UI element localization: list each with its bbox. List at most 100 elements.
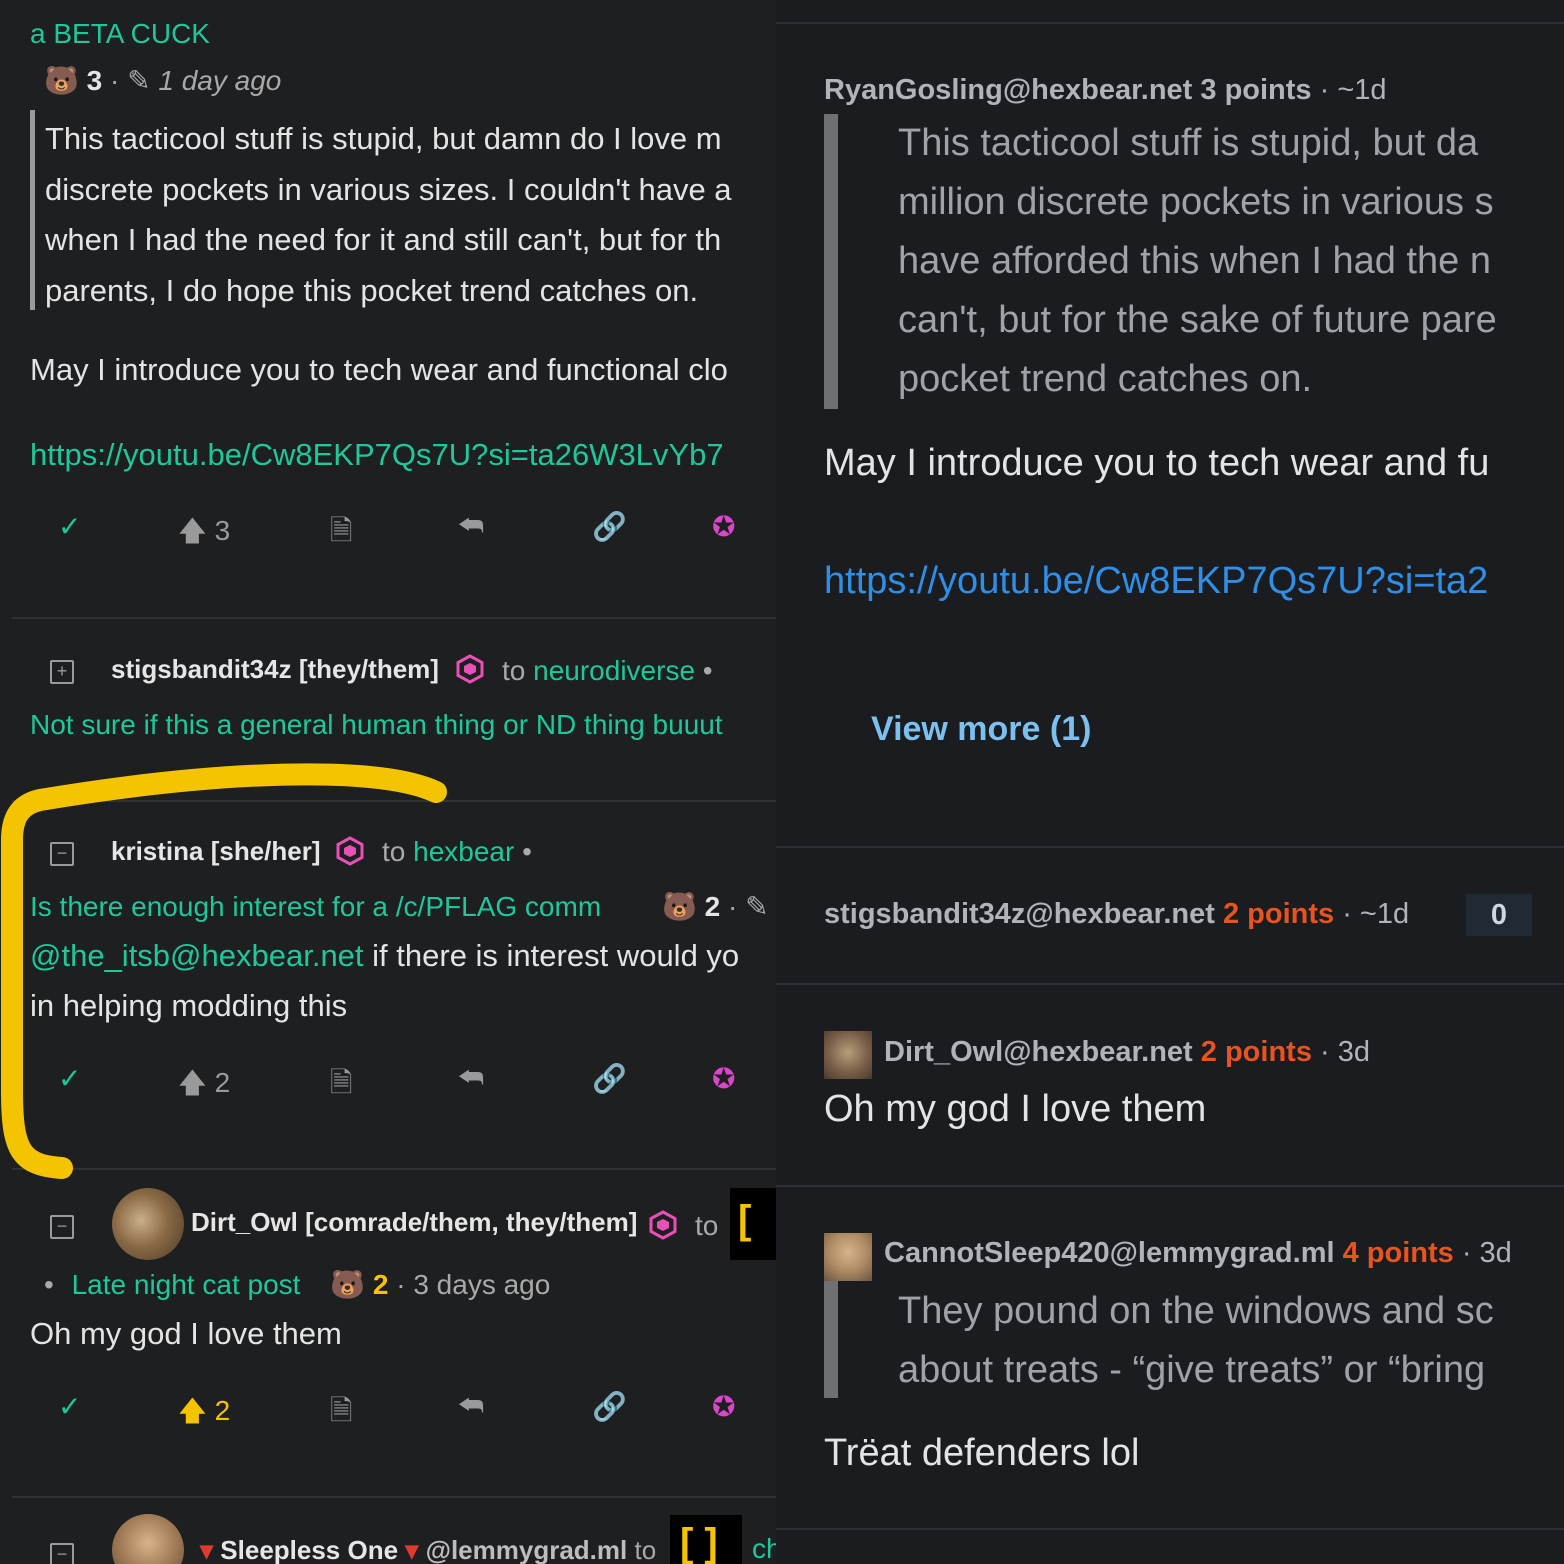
link-icon[interactable]: 🔗 (592, 1062, 627, 1095)
avatar[interactable] (824, 1031, 872, 1079)
divider (12, 1496, 776, 1498)
divider (776, 1528, 1564, 1530)
blockquote: They pound on the windows and sc about t… (898, 1282, 1494, 1400)
quote-line: This tacticool stuff is stupid, but da (898, 122, 1479, 164)
comment-author[interactable]: Sleepless One (220, 1535, 398, 1564)
comment-author[interactable]: stigsbandit34z@hexbear.net (824, 898, 1215, 930)
comment-link[interactable]: https://youtu.be/Cw8EKP7Qs7U?si=ta26W3Lv… (30, 437, 724, 473)
upvote-count: 3 (214, 515, 231, 546)
bear-icon: 🐻 (330, 1269, 366, 1300)
arrow-up-icon: 🡅 (178, 515, 207, 546)
community-link[interactable]: neurodiverse (533, 655, 695, 686)
comment-points: 2 points (1200, 1036, 1312, 1068)
quote-line: have afforded this when I had the n (898, 240, 1491, 282)
comment-score: 3 (86, 65, 103, 96)
quote-line: about treats - “give treats” or “bring (898, 1349, 1486, 1391)
comment-author[interactable]: CannotSleep420@lemmygrad.ml (884, 1237, 1335, 1269)
comment-body: May I introduce you to tech wear and fu (824, 442, 1490, 484)
comment-age: 3 days ago (413, 1269, 551, 1300)
comment-age: · ~1d (1319, 74, 1387, 106)
blockquote: This tacticool stuff is stupid, but da m… (898, 114, 1497, 409)
award-star-icon[interactable]: ✪ (712, 1390, 735, 1423)
hexagon-badge-icon (456, 654, 484, 684)
community-link[interactable]: ch (752, 1533, 776, 1564)
divider (776, 22, 1564, 24)
quote-line: This tacticool stuff is stupid, but damn… (45, 121, 722, 156)
avatar[interactable] (824, 1233, 872, 1281)
link-icon[interactable]: 🔗 (592, 1390, 627, 1423)
comment-age: 1 day ago (158, 65, 282, 96)
bear-icon: 🐻 (44, 65, 79, 96)
comment-body: Trëat defenders lol (824, 1432, 1140, 1474)
author-instance: @lemmygrad.ml (425, 1535, 628, 1564)
highlight-annotation (0, 763, 447, 1179)
comment-points: 3 points (1200, 74, 1312, 106)
community-icon[interactable]: [ ] (670, 1515, 742, 1564)
quote-bar (30, 110, 35, 310)
post-title-fragment[interactable]: a BETA CUCK (30, 18, 210, 50)
comment-author[interactable]: RyanGosling@hexbear.net (824, 74, 1192, 106)
comment-body: Oh my god I love them (824, 1088, 1207, 1130)
comment-score: 2 (372, 1269, 389, 1300)
quote-line: when I had the need for it and still can… (45, 222, 722, 257)
collapse-icon[interactable]: − (50, 1543, 74, 1564)
view-more-button[interactable]: View more (1) (871, 710, 1091, 749)
award-star-icon[interactable]: ✪ (712, 510, 735, 543)
check-icon[interactable]: ✓ (58, 510, 81, 543)
link-icon[interactable]: 🔗 (592, 510, 627, 543)
comment-age: · 3d (1461, 1237, 1512, 1269)
comment-author-line: ▾ Sleepless One ▾ @lemmygrad.ml to (200, 1535, 657, 1564)
comment-meta: RyanGosling@hexbear.net 3 points · ~1d (824, 74, 1387, 107)
upvote-count: 2 (214, 1395, 231, 1426)
post-ref: • Late night cat post 🐻 2 · 3 days ago (44, 1269, 551, 1300)
comment-points: 4 points (1342, 1237, 1454, 1269)
divider (776, 1185, 1564, 1187)
comment-link[interactable]: https://youtu.be/Cw8EKP7Qs7U?si=ta2 (824, 560, 1488, 603)
collapse-icon[interactable]: − (50, 1215, 74, 1239)
comment-points: 2 points (1222, 898, 1335, 930)
comment-author[interactable]: Dirt_Owl@hexbear.net (884, 1036, 1193, 1068)
triangle-down-icon: ▾ (200, 1535, 214, 1564)
comment-meta: CannotSleep420@lemmygrad.ml 4 points · 3… (884, 1237, 1512, 1270)
upvote-button[interactable]: 🡅 3 (178, 510, 230, 558)
source-icon[interactable]: 🗎 (330, 1390, 353, 1438)
quote-line: discrete pockets in various sizes. I cou… (45, 171, 732, 207)
arrow-up-icon: 🡅 (178, 1395, 207, 1426)
quote-line: They pound on the windows and sc (898, 1290, 1494, 1332)
comment-meta: 🐻 2 · ✎ (662, 891, 769, 922)
quote-line: can't, but for the sake of future pare (898, 299, 1497, 341)
avatar[interactable] (112, 1514, 184, 1564)
expand-icon[interactable]: + (50, 660, 74, 684)
edit-pencil-icon: ✎ (745, 891, 769, 922)
comment-age: · ~1d (1342, 898, 1410, 930)
comment-meta: stigsbandit34z@hexbear.net 2 points · ~1… (824, 898, 1409, 931)
post-title-link[interactable]: Not sure if this a general human thing o… (30, 709, 723, 741)
comment-actions: ✓ 🡅 2 🗎 ⮪ 🔗 ✪ (0, 1390, 776, 1438)
reply-icon[interactable]: ⮪ (458, 1390, 484, 1423)
comment-body: Oh my god I love them (30, 1316, 342, 1351)
award-star-icon[interactable]: ✪ (712, 1062, 735, 1095)
post-title-link[interactable]: Late night cat post (72, 1269, 301, 1300)
upvote-button[interactable]: 🡅 2 (178, 1390, 230, 1438)
quote-bar (824, 114, 838, 409)
source-icon[interactable]: 🗎 (330, 510, 353, 558)
left-panel: a BETA CUCK 🐻 3 · ✎ 1 day ago This tacti… (0, 0, 776, 1564)
right-panel: RyanGosling@hexbear.net 3 points · ~1d T… (776, 0, 1564, 1564)
reply-icon[interactable]: ⮪ (458, 1062, 484, 1095)
reply-icon[interactable]: ⮪ (458, 510, 484, 543)
triangle-down-icon: ▾ (405, 1535, 419, 1564)
comment-actions: ✓ 🡅 3 🗎 ⮪ 🔗 ✪ (0, 510, 776, 558)
comment-meta: 🐻 3 · ✎ 1 day ago (44, 65, 282, 96)
community-icon[interactable]: [ (730, 1188, 776, 1260)
comment-age: · 3d (1320, 1036, 1370, 1068)
comment-meta: Dirt_Owl@hexbear.net 2 points · 3d (884, 1036, 1370, 1069)
comment-author[interactable]: Dirt_Owl [comrade/them, they/them] (191, 1207, 637, 1238)
divider (776, 983, 1564, 985)
bear-icon: 🐻 (662, 891, 697, 922)
comment-author[interactable]: stigsbandit34z [they/them] (111, 654, 439, 685)
blockquote: This tacticool stuff is stupid, but damn… (45, 114, 732, 316)
avatar[interactable] (112, 1188, 184, 1260)
reply-count-badge[interactable]: 0 (1466, 894, 1532, 936)
divider (776, 846, 1564, 848)
check-icon[interactable]: ✓ (58, 1390, 81, 1423)
